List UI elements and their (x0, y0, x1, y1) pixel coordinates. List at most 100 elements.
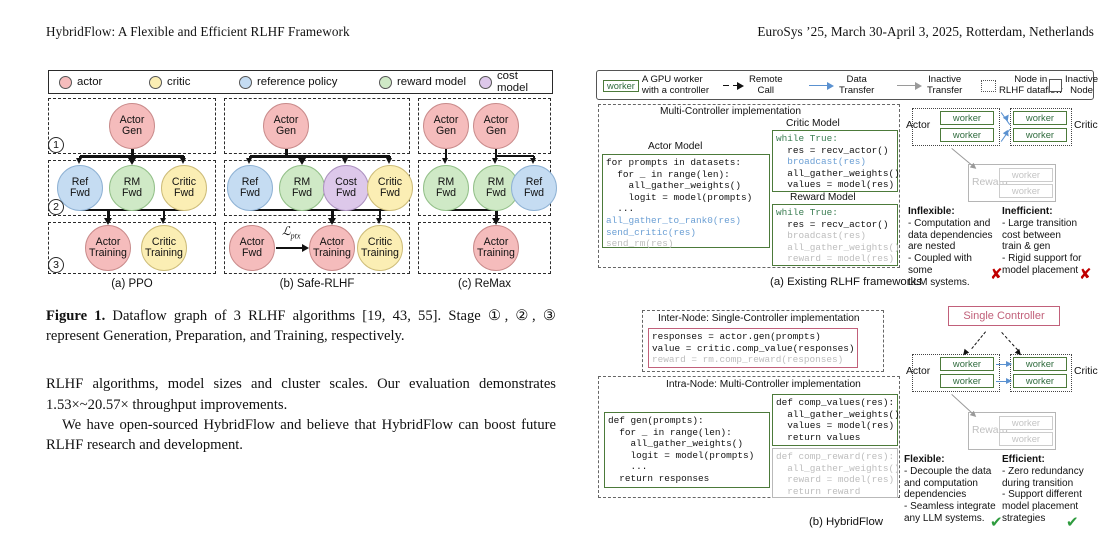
arrow-head (297, 158, 306, 165)
legend-line-2: Transfer (927, 84, 963, 96)
figure-1-subcaption-c: (c) ReMax (457, 278, 512, 290)
panel-b-flexible-blurb: Flexible: - Decouple the data and computa… (904, 454, 996, 525)
figure-1-caption: Figure 1. Dataflow graph of 3 RLHF algor… (46, 307, 556, 346)
data-transfer-arrow-head-b-0 (1006, 360, 1012, 367)
node-rm-fwd-ppo: RM Fwd (109, 165, 155, 211)
actor-model-code-a: for prompts in datasets: for _ in range(… (602, 154, 770, 250)
legend-label: reference policy (257, 76, 338, 88)
critic-model-code-a: while True: res = recv_actor() broadcast… (772, 130, 900, 192)
code-line: reward = rm.comp_reward(responses) (652, 354, 844, 366)
code-line: value = critic.comp_value(responses) (652, 342, 855, 355)
node-label-line2: Training (313, 247, 351, 259)
code-line: all_gather_weights() (606, 180, 742, 192)
worker-a-critic-1: worker (1013, 111, 1067, 125)
panel-a-worker-graph: Actor worker worker Critic worker worker Rewar… (906, 104, 1098, 204)
worker-a-actor-2: worker (940, 128, 994, 142)
panel-a-inefficient-text: - Large transition cost between train & … (1002, 217, 1082, 276)
code-line: send_critic(res) (606, 226, 697, 238)
arrow-head (327, 218, 336, 225)
legend-item-reference-policy: reference policy (239, 75, 338, 89)
code-line: logit = model(prompts) (608, 449, 755, 461)
gen-fn-code: def gen(prompts): for _ in range(len): a… (604, 412, 770, 488)
code-line: responses = actor.gen(prompts) (652, 331, 854, 343)
edge-horizontal (276, 247, 303, 249)
panel-b-efficient-title: Efficient: (1002, 454, 1045, 465)
node-actor-gen-remax-2: Actor Gen (473, 103, 519, 149)
figure-1-caption-text: Dataflow graph of 3 RLHF algorithms [19,… (46, 308, 556, 344)
edge-horizontal (250, 208, 390, 212)
legend-item-reward-model: reward model (379, 75, 467, 89)
code-line: all_gather_weights() (776, 167, 900, 179)
worker-a-actor-1: worker (940, 111, 994, 125)
code-line: ... (606, 203, 635, 215)
node-cost-fwd-saferlhf: Cost Fwd (323, 165, 369, 211)
legend-line-1: Data (846, 74, 867, 85)
code-line: def comp_reward(res): (776, 451, 895, 462)
plain-box-icon (1049, 79, 1062, 93)
legend-label-inactive-node: Inactive Node (1065, 74, 1098, 96)
node-label-line2: Gen (485, 125, 507, 137)
arrow-head (160, 218, 167, 224)
node-label-line2: Fwd (291, 187, 312, 199)
legend-line-1: Inactive (928, 74, 962, 85)
code-line: all_gather_weights() (608, 438, 744, 450)
code-line: broadcast(res) (776, 230, 867, 242)
legend-label: reward model (397, 76, 467, 88)
legend-label: actor (77, 76, 103, 88)
arrow-head (376, 218, 383, 224)
legend-line-2: Transfer (839, 84, 875, 96)
worker-b-actor-2: worker (940, 374, 994, 388)
code-line: values = model(res) (776, 179, 895, 191)
code-line: reward = model(res) (776, 253, 895, 265)
code-line: res = recv_actor() (776, 219, 894, 231)
worker-a-critic-2: worker (1013, 128, 1067, 142)
legend-label-inactive-transfer: Inactive Transfer (927, 74, 963, 96)
stage-number-3: 3 (48, 257, 64, 273)
arrow-head (530, 158, 537, 164)
node-label-line2: Fwd (239, 187, 260, 199)
comp-reward-fn-code: def comp_reward(res): all_gather_weights… (772, 448, 900, 498)
inactive-transfer-arrow-a (951, 148, 973, 166)
arrow-head (180, 158, 187, 164)
code-span: value = critic.comp_value(responses) (652, 342, 855, 354)
saferlhf-stage-1-panel (224, 98, 410, 154)
node-rm-fwd-saferlhf: RM Fwd (279, 165, 325, 211)
panel-b-flexible-title: Flexible: (904, 454, 945, 465)
comp-values-fn-code: def comp_values(res): all_gather_weights… (772, 394, 900, 446)
node-ref-fwd-ppo: Ref Fwd (57, 165, 103, 211)
actor-model-title-a: Actor Model (648, 141, 703, 152)
code-line: send_rm(res) (606, 238, 674, 250)
figure-1-legend: actor critic reference policy reward model c… (48, 70, 553, 94)
legend-swatch-actor (59, 75, 72, 89)
node-actor-gen-saferlhf: Actor Gen (263, 103, 309, 149)
legend-label-gpu-worker: A GPU worker with a controller (641, 74, 710, 96)
panel-a-inflexible-title: Inflexible: (908, 206, 955, 217)
critic-group-label-a: Critic (1074, 120, 1098, 131)
legend-line-2: with a controller (641, 84, 710, 96)
right-column: worker A GPU worker with a controller Remot… (596, 70, 1098, 532)
node-critic-fwd-saferlhf: Critic Fwd (367, 165, 413, 211)
panel-b-efficient-blurb: Efficient: - Zero redundancy during trans… (1002, 454, 1094, 525)
code-line: return reward (776, 485, 861, 497)
arrow-head (342, 158, 349, 164)
panel-a-title: Multi-Controller implementation (660, 106, 801, 117)
node-ref-fwd-saferlhf: Ref Fwd (227, 165, 273, 211)
figure-2-subcaption-a: (a) Existing RLHF frameworks (770, 276, 922, 288)
code-span: res = recv_actor() (776, 218, 889, 230)
figure-1-label: Figure 1. (46, 308, 106, 324)
grey-arrow-icon (897, 81, 923, 91)
paper-page: HybridFlow: A Flexible and Efficient RLH… (0, 0, 1110, 539)
panel-a-inefficient-title: Inefficient: (1002, 206, 1053, 217)
dashed-arrow-icon (723, 81, 745, 91)
arrow-head-ptx (302, 243, 309, 252)
stage-number-2: 2 (48, 199, 64, 215)
panel-b-worker-graph: Actor worker worker Critic worker worker Rewar… (906, 331, 1098, 452)
panel-b-intra-title: Intra-Node: Multi-Controller implementat… (666, 379, 861, 390)
node-label-line2: Fwd (335, 187, 356, 199)
legend-item-inactive-transfer: Inactive Transfer (897, 74, 963, 96)
worker-b-critic-1: worker (1013, 357, 1067, 371)
legend-item-critic: critic (149, 75, 190, 89)
code-line: for prompts in datasets: (606, 157, 742, 168)
left-column: actor critic reference policy reward model c… (46, 68, 557, 456)
stage-number-1: 1 (48, 137, 64, 153)
